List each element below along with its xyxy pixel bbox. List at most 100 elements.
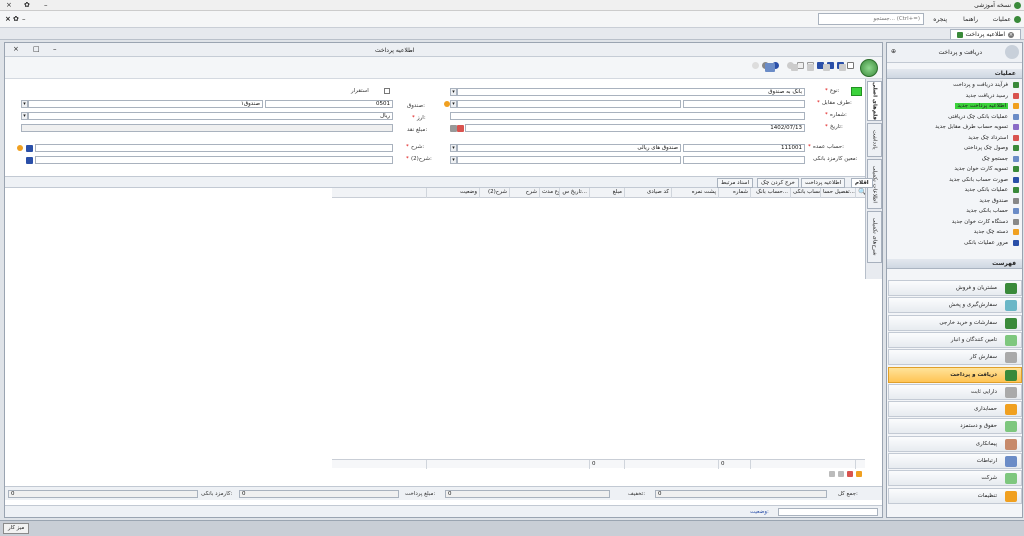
col-detail-account[interactable]: تفصیل حسا... — [820, 188, 855, 198]
nav-item[interactable]: ارتباطات — [888, 453, 1022, 469]
operation-item[interactable]: اطلاعیه پرداخت جدید — [887, 102, 1022, 110]
nav-item[interactable]: تنظیمات — [888, 487, 1022, 504]
calendar-icon[interactable] — [457, 125, 464, 132]
operation-item[interactable]: عملیات بانکی چک دریافتی — [887, 113, 1022, 121]
operation-item[interactable]: تسویه کارت خوان جدید — [887, 165, 1022, 173]
operation-item[interactable]: تسویه حساب طرف مقابل جدید — [887, 123, 1022, 131]
delete-icon[interactable] — [797, 62, 804, 69]
list-section-header[interactable]: فهرست — [887, 259, 1022, 269]
doc-nav-icon-4[interactable] — [839, 64, 846, 71]
col-due-date[interactable]: تاریخ س... — [559, 188, 589, 198]
close-window-button[interactable]: × — [6, 1, 12, 9]
col-back-number[interactable]: پشت نمره — [671, 188, 718, 198]
bank-fee-account-code-input[interactable] — [683, 156, 805, 164]
nav-item[interactable]: حسابداری — [888, 401, 1022, 418]
main-account-code-input[interactable]: 111001 — [683, 144, 805, 152]
mdi-minimize-icon[interactable]: – — [22, 15, 26, 23]
operation-item[interactable]: دستگاه کارت خوان جدید — [887, 218, 1022, 226]
nav-item[interactable]: دریافت و پرداخت — [888, 366, 1022, 383]
operation-item[interactable]: رسید دریافت جدید — [887, 92, 1022, 100]
main-account-name-input[interactable]: صندوق های ریالی — [457, 144, 681, 152]
operation-item[interactable]: استرداد چک جدید — [887, 134, 1022, 142]
grid-search-icon[interactable]: 🔍 — [855, 188, 865, 198]
panel-pin-icon[interactable]: ⊕ — [891, 48, 896, 55]
restore-window-button[interactable]: ✿ — [24, 1, 30, 9]
window-maximize-button[interactable]: □ — [33, 45, 40, 53]
fund-name-input[interactable]: صندوق۱ — [28, 100, 263, 108]
workspace-button[interactable]: میز کار — [3, 523, 30, 534]
counterparty-name-input[interactable] — [457, 100, 681, 108]
operation-item[interactable]: حساب بانکی جدید — [887, 207, 1022, 215]
vtab-extra-desc[interactable]: شرح‌های تکمیلی — [867, 211, 882, 263]
main-account-select-arrow[interactable]: ▾ — [450, 144, 457, 152]
col-number[interactable]: شماره — [718, 188, 750, 198]
desc2-input[interactable] — [35, 156, 393, 164]
subtab-related-docs[interactable]: اسناد مرتبط — [717, 178, 754, 188]
number-input[interactable] — [450, 112, 805, 120]
subtab-payment-notice[interactable]: اطلاعیه پرداخت — [801, 178, 846, 188]
col-desc2[interactable]: شرح(2) — [479, 188, 509, 198]
date-input[interactable]: 1402/07/13 — [465, 124, 805, 132]
new-icon[interactable] — [847, 62, 854, 69]
nav-item[interactable]: مشتریان و فروش — [888, 280, 1022, 296]
operation-item[interactable]: وصول چک پرداختی — [887, 144, 1022, 152]
fund-select-arrow[interactable]: ▾ — [21, 100, 28, 108]
menu-item-window[interactable]: پنجره — [933, 16, 947, 23]
desc-input[interactable] — [35, 144, 393, 152]
subtab-spend-cheque[interactable]: خرج کردن چک — [757, 178, 799, 188]
type-select-arrow[interactable]: ▾ — [450, 88, 457, 96]
counterparty-select-arrow[interactable]: ▾ — [450, 100, 457, 108]
bank-fee-account-select-arrow[interactable]: ▾ — [450, 156, 457, 164]
tab-close-icon[interactable]: × — [1008, 31, 1014, 38]
tab-payment-notice[interactable]: اطلاعیه پرداخت × — [949, 29, 1021, 39]
vtab-notes[interactable]: یادداشت — [867, 123, 882, 157]
nav-item[interactable]: دارایی ثابت — [888, 383, 1022, 400]
mdi-settings-icon[interactable]: ✿ — [13, 15, 19, 23]
nav-item[interactable]: تامین کنندگان و انبار — [888, 331, 1022, 348]
menu-item-help[interactable]: راهنما — [963, 16, 978, 23]
window-minimize-button[interactable]: – — [53, 45, 57, 53]
window-close-button[interactable]: × — [13, 45, 19, 53]
operation-item[interactable]: جستجو چک — [887, 155, 1022, 163]
col-bank-account-2[interactable]: حساب بانک... — [750, 188, 790, 198]
operations-section-header[interactable]: عملیات — [887, 69, 1022, 79]
global-search-input[interactable] — [818, 13, 924, 25]
operation-item[interactable]: فرآیند دریافت و پرداخت — [887, 81, 1022, 89]
nav-item[interactable]: سفارش کار — [888, 349, 1022, 366]
col-amount[interactable]: مبلغ — [589, 188, 624, 198]
desc2-save-icon[interactable] — [26, 157, 33, 164]
doc-nav-icon-1[interactable] — [791, 64, 798, 71]
nav-item[interactable]: سفارش‌گیری و پخش — [888, 297, 1022, 314]
desc-save-icon[interactable] — [26, 145, 33, 152]
operation-item[interactable]: دسته چک جدید — [887, 228, 1022, 236]
fund-code-input[interactable]: 0501 — [265, 100, 393, 108]
currency-select-arrow[interactable]: ▾ — [21, 112, 28, 120]
minimize-window-button[interactable]: – — [44, 1, 48, 9]
menu-item-operations[interactable]: عملیات — [993, 16, 1011, 23]
clear-date-icon[interactable] — [450, 125, 457, 132]
bank-fee-account-name-input[interactable] — [457, 156, 681, 164]
print-button-icon[interactable] — [765, 63, 775, 72]
nav-item[interactable]: پیمانکاری — [888, 435, 1022, 452]
add-row-icon[interactable] — [856, 471, 862, 477]
subtab-items[interactable]: اقلام — [851, 178, 873, 188]
nav-item[interactable]: سفارشات و خرید خارجی — [888, 314, 1022, 331]
move-row-icon[interactable] — [829, 471, 835, 477]
mdi-close-icon[interactable]: × — [5, 15, 11, 23]
module-logo-icon[interactable] — [860, 59, 878, 77]
type-select[interactable]: بانک به صندوق — [457, 88, 805, 96]
delete-row-icon[interactable] — [847, 471, 853, 477]
operation-item[interactable]: مرور عملیات بانکی — [887, 239, 1022, 247]
approved-checkbox[interactable] — [384, 88, 390, 94]
copy-row-icon[interactable] — [838, 471, 844, 477]
col-desc[interactable]: شرح — [509, 188, 539, 198]
operation-item[interactable]: صورت حساب بانکی جدید — [887, 176, 1022, 184]
vtab-main-items[interactable]: قلم‌های اصلی — [867, 81, 882, 121]
currency-select[interactable]: ریال — [28, 112, 393, 120]
doc-nav-icon-3[interactable] — [823, 64, 830, 71]
doc-nav-icon-2[interactable] — [807, 64, 814, 71]
col-bank-account[interactable]: حساب بانکی — [790, 188, 820, 198]
operation-item[interactable]: عملیات بانکی جدید — [887, 186, 1022, 194]
operation-item[interactable]: صندوق جدید — [887, 197, 1022, 205]
counterparty-code-input[interactable] — [683, 100, 805, 108]
